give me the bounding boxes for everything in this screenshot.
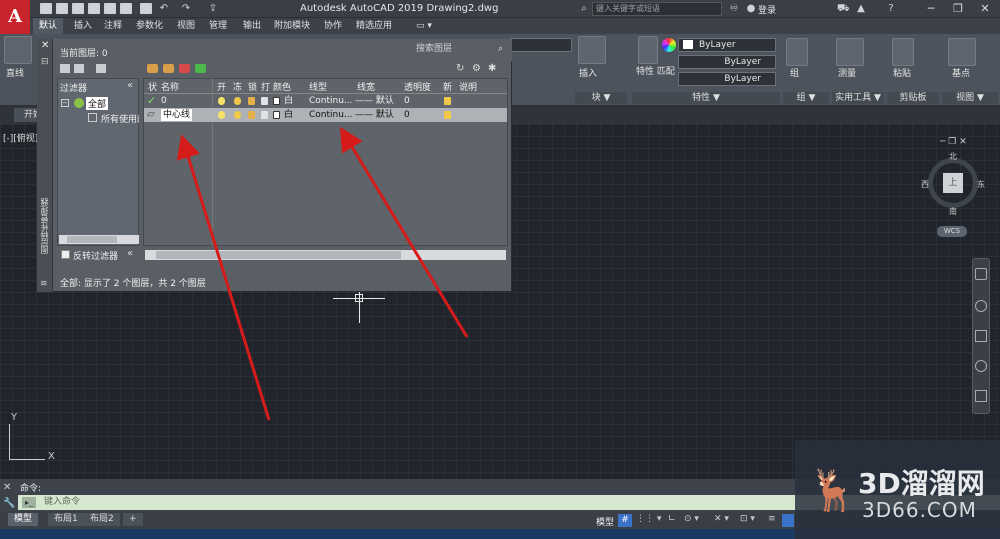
isodraft-icon[interactable]: ✕ ▾ [714, 514, 729, 524]
watermark-title: 3D溜溜网 [858, 467, 985, 500]
tab-layout1[interactable]: 布局1 [48, 513, 84, 526]
command-history-label: 命令: [20, 484, 42, 494]
object-snap-icon[interactable]: ⊡ ▾ [740, 514, 755, 524]
lineweight-icon[interactable]: ≡ [768, 514, 776, 524]
tab-add-layout[interactable]: + [123, 513, 143, 526]
command-recent-icon[interactable]: ▸_ [22, 497, 36, 508]
ortho-icon[interactable]: ∟ [668, 514, 676, 524]
annotation-scale-icon[interactable] [782, 514, 794, 527]
arrow-to-linetype [339, 126, 469, 338]
tab-model[interactable]: 模型 [8, 513, 39, 526]
grid-icon[interactable]: # [618, 514, 632, 527]
watermark-domain: 3D66.COM [862, 498, 977, 522]
arrow-to-layer-name [176, 134, 271, 421]
command-close-icon[interactable]: ✕ [3, 482, 11, 493]
snap-icon[interactable]: ⋮⋮ ▾ [636, 514, 661, 524]
command-customize-icon[interactable]: 🔧 [3, 498, 15, 509]
deer-logo-icon: 🦌 [808, 468, 858, 514]
tab-layout2[interactable]: 布局2 [84, 513, 120, 526]
model-space-button[interactable]: 模型 [596, 515, 614, 528]
polar-icon[interactable]: ⊙ ▾ [684, 514, 699, 524]
